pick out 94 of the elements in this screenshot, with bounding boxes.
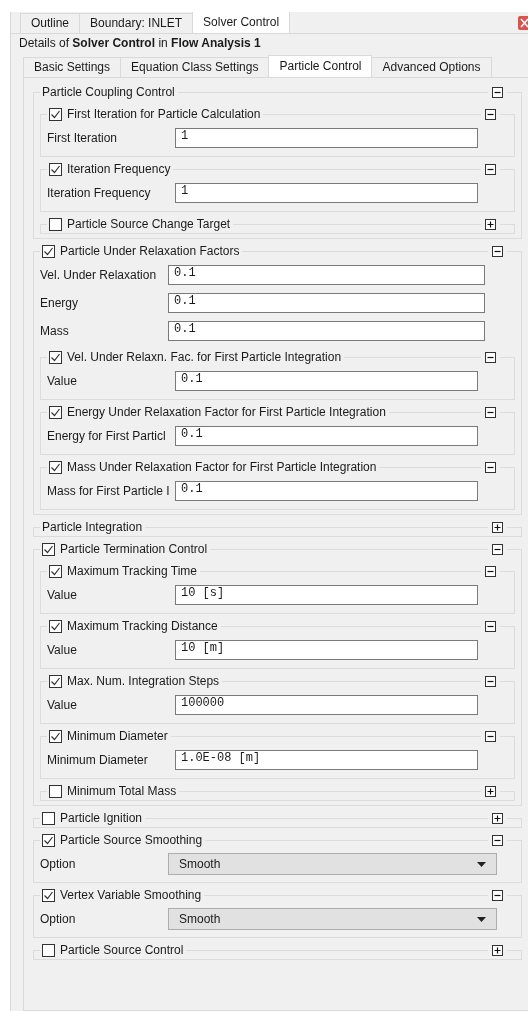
input-field[interactable]: 0.1	[175, 371, 478, 391]
group-title: Vel. Under Relaxn. Fac. for First Particle Integration	[67, 350, 342, 364]
input-field[interactable]: 0.1	[168, 265, 485, 285]
tab[interactable]: Particle Control	[268, 55, 373, 77]
collapse-icon[interactable]	[485, 163, 496, 175]
expand-icon[interactable]	[492, 521, 503, 533]
tab[interactable]: Boundary: INLET	[79, 13, 194, 33]
group-title: Iteration Frequency	[67, 162, 171, 176]
checkbox[interactable]	[49, 674, 62, 688]
input-field[interactable]: 1.0E-08 [m]	[175, 750, 478, 770]
group-title: First Iteration for Particle Calculation	[67, 107, 261, 121]
collapse-icon[interactable]	[485, 675, 496, 687]
input-field[interactable]: 0.1	[168, 321, 485, 341]
tab[interactable]: Basic Settings	[23, 57, 122, 77]
checkbox[interactable]	[42, 244, 55, 258]
tab[interactable]: Outline	[20, 13, 81, 33]
collapse-icon[interactable]	[492, 245, 503, 257]
field-label: Option	[40, 912, 77, 926]
checkbox[interactable]	[49, 784, 62, 798]
checkbox[interactable]	[49, 162, 62, 176]
input-field[interactable]: 1	[175, 183, 478, 203]
group-title: Vertex Variable Smoothing	[60, 888, 202, 902]
checkbox[interactable]	[42, 811, 55, 825]
expand-icon[interactable]	[485, 218, 496, 230]
collapse-icon[interactable]	[485, 620, 496, 632]
input-field[interactable]: 1	[175, 128, 478, 148]
details-heading: Details of Solver Control in Flow Analysis 1	[18, 35, 262, 52]
group-title: Particle Source Smoothing	[60, 833, 203, 847]
field-label: Value	[47, 698, 78, 712]
tab[interactable]: Advanced Options	[371, 57, 492, 77]
collapse-icon[interactable]	[492, 834, 503, 846]
group-title: Minimum Total Mass	[67, 784, 177, 798]
collapse-icon[interactable]	[485, 351, 496, 363]
checkbox[interactable]	[49, 107, 62, 121]
group-title: Maximum Tracking Time	[67, 564, 198, 578]
expand-icon[interactable]	[492, 812, 503, 824]
checkbox[interactable]	[49, 619, 62, 633]
input-field[interactable]: 0.1	[168, 293, 485, 313]
caret-icon	[477, 861, 486, 867]
group-title: Particle Source Control	[60, 943, 184, 957]
input-field[interactable]: 0.1	[175, 426, 478, 446]
collapse-icon[interactable]	[492, 86, 503, 98]
collapse-icon[interactable]	[485, 461, 496, 473]
field-label: Energy	[40, 296, 80, 310]
field-label: Value	[47, 643, 78, 657]
field-label: Value	[47, 588, 78, 602]
collapse-icon[interactable]	[485, 565, 496, 577]
tab[interactable]: Solver Control	[192, 12, 291, 33]
checkbox[interactable]	[49, 217, 62, 231]
group-title: Particle Termination Control	[60, 542, 208, 556]
field-label: Energy for First Particl	[47, 429, 167, 443]
tab[interactable]: Equation Class Settings	[120, 57, 270, 77]
checkbox[interactable]	[49, 564, 62, 578]
input-field[interactable]: 10 [s]	[175, 585, 478, 605]
collapse-icon[interactable]	[485, 108, 496, 120]
group-title: Max. Num. Integration Steps	[67, 674, 220, 688]
group-title: Minimum Diameter	[67, 729, 168, 743]
checkbox[interactable]	[42, 888, 55, 902]
checkbox[interactable]	[49, 460, 62, 474]
field-label: Iteration Frequency	[47, 186, 152, 200]
field-label: Value	[47, 374, 78, 388]
field-label: Mass for First Particle I	[47, 484, 171, 498]
collapse-icon[interactable]	[485, 730, 496, 742]
group-title: Energy Under Relaxation Factor for First Particle Integration	[67, 405, 386, 419]
checkbox[interactable]	[49, 729, 62, 743]
input-field[interactable]: 100000	[175, 695, 478, 715]
input-field[interactable]: 10 [m]	[175, 640, 478, 660]
caret-icon	[477, 916, 486, 922]
expand-icon[interactable]	[492, 944, 503, 956]
checkbox[interactable]	[49, 350, 62, 364]
group-title: Particle Under Relaxation Factors	[60, 244, 240, 258]
checkbox[interactable]	[42, 833, 55, 847]
expand-icon[interactable]	[485, 785, 496, 797]
checkbox[interactable]	[42, 943, 55, 957]
field-label: First Iteration	[47, 131, 119, 145]
group-title: Particle Source Change Target	[67, 217, 231, 231]
collapse-icon[interactable]	[485, 406, 496, 418]
checkbox[interactable]	[42, 542, 55, 556]
field-label: Mass	[40, 324, 70, 338]
option-dropdown[interactable]: Smooth	[168, 853, 497, 875]
field-label: Option	[40, 857, 77, 871]
input-field[interactable]: 0.1	[175, 481, 478, 501]
option-dropdown[interactable]: Smooth	[168, 908, 497, 930]
checkbox[interactable]	[49, 405, 62, 419]
collapse-icon[interactable]	[492, 543, 503, 555]
close-icon[interactable]	[518, 15, 528, 30]
group-title: Particle Coupling Control	[42, 85, 175, 99]
group-title: Particle Ignition	[60, 811, 143, 825]
collapse-icon[interactable]	[492, 889, 503, 901]
group-title: Particle Integration	[42, 520, 143, 534]
group-title: Mass Under Relaxation Factor for First Particle Integration	[67, 460, 377, 474]
field-label: Minimum Diameter	[47, 753, 149, 767]
field-label: Vel. Under Relaxation	[40, 268, 158, 282]
group-title: Maximum Tracking Distance	[67, 619, 218, 633]
